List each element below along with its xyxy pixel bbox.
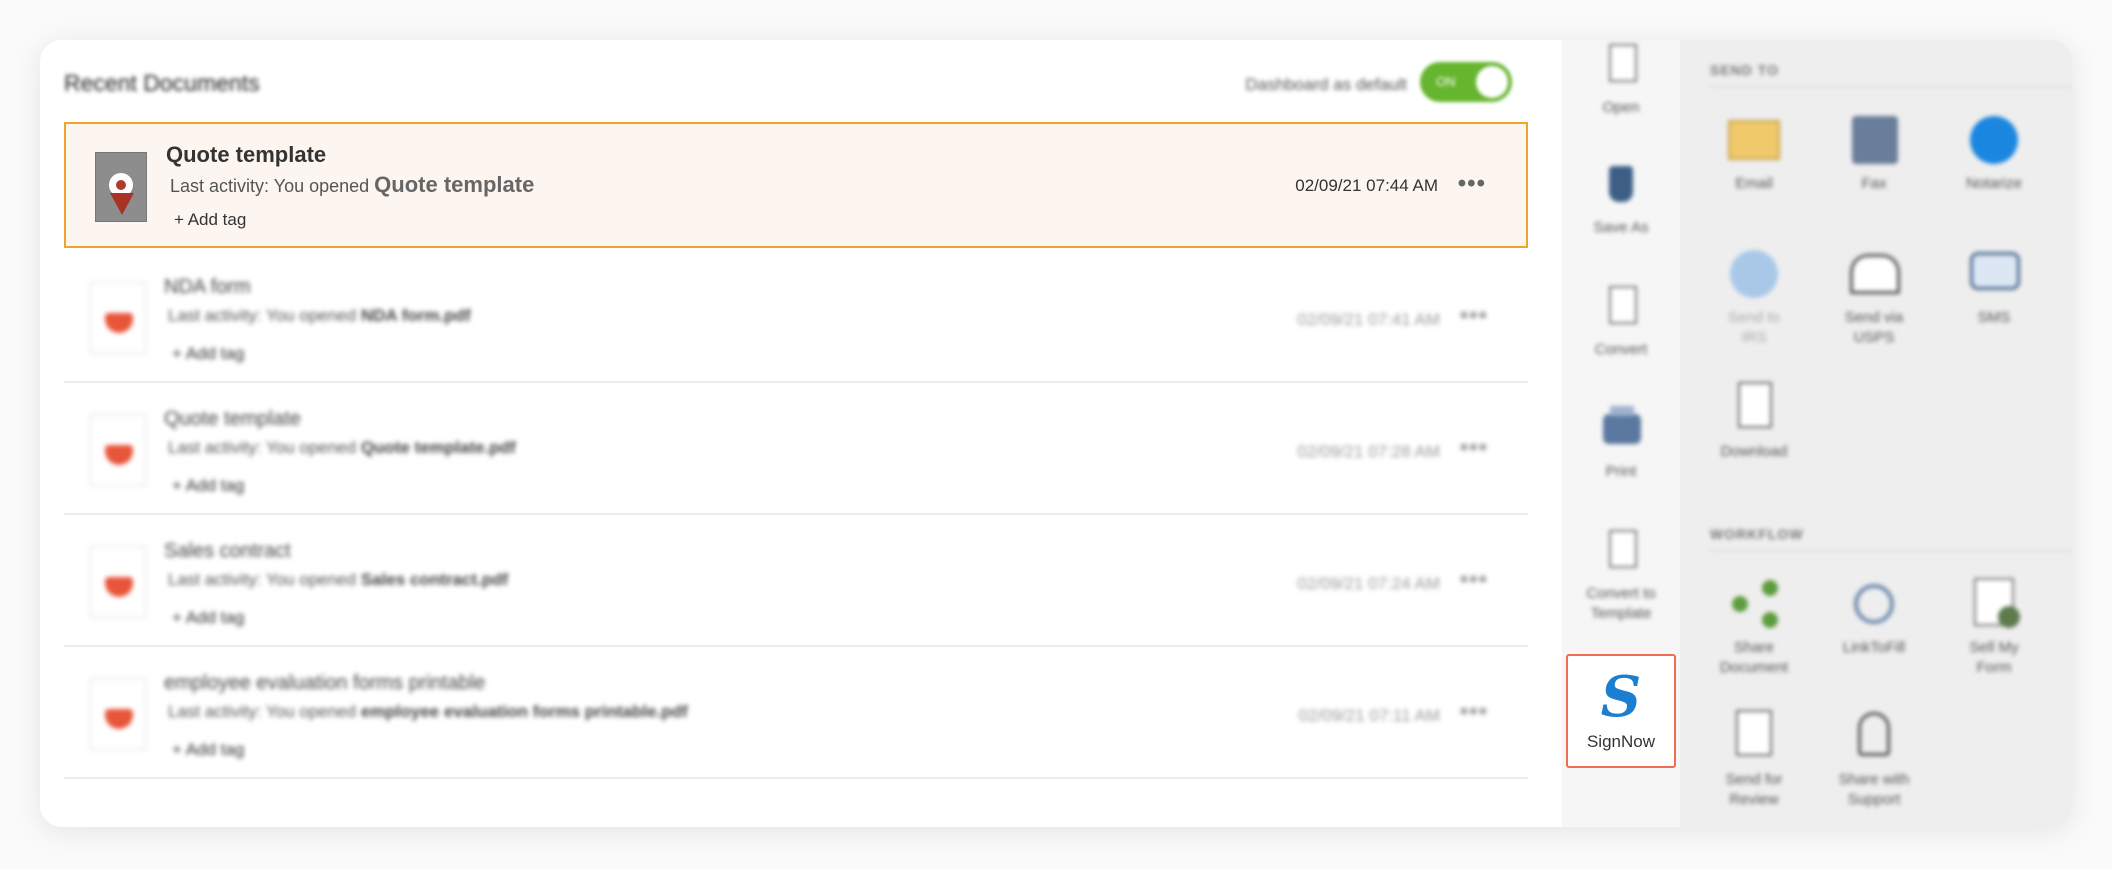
sell-my-form-button[interactable]: Sell My Form (1934, 576, 2054, 678)
more-options-icon[interactable]: ••• (1460, 698, 1488, 726)
actions-sidebar: Open Save As Convert Print Convert to Te… (1562, 40, 1680, 827)
send-to-irs-button[interactable]: Send to IRS (1694, 246, 1814, 348)
last-activity: Last activity: You opened Quote template (170, 172, 535, 197)
support-icon (1846, 708, 1902, 764)
convert-button[interactable]: Convert (1562, 282, 1680, 360)
fax-icon (1846, 112, 1902, 168)
save-as-icon (1599, 160, 1643, 212)
save-as-button[interactable]: Save As (1562, 160, 1680, 238)
convert-icon (1599, 282, 1643, 334)
convert-to-template-icon (1599, 526, 1643, 578)
toggle-state-label: ON (1436, 74, 1456, 89)
open-button[interactable]: Open (1562, 40, 1680, 118)
send-panel: SEND TO Email Fax Notarize Send to IRS S… (1680, 40, 2072, 827)
document-date: 02/09/21 07:44 AM (1295, 176, 1438, 195)
main-card: Recent Documents Dashboard as default ON… (40, 40, 2072, 827)
document-date: 02/09/21 07:24 AM (1297, 574, 1440, 593)
irs-icon (1726, 246, 1782, 302)
review-icon (1726, 708, 1782, 764)
recent-documents-panel: Recent Documents Dashboard as default ON… (40, 40, 1562, 827)
more-options-icon[interactable]: ••• (1460, 302, 1488, 330)
document-name: Sales contract (164, 540, 291, 562)
more-options-icon[interactable]: ••• (1460, 566, 1488, 594)
add-tag-button[interactable]: + Add tag (172, 608, 244, 628)
more-options-icon[interactable]: ••• (1458, 170, 1486, 198)
notarize-icon (1966, 112, 2022, 168)
envelope-icon (1726, 112, 1782, 168)
signnow-icon: S (1600, 664, 1642, 730)
download-button[interactable]: Download (1694, 380, 1814, 462)
sms-button[interactable]: SMS (1934, 246, 2054, 328)
document-name: Quote template (164, 408, 301, 430)
share-document-button[interactable]: Share Document (1694, 576, 1814, 678)
document-date: 02/09/21 07:41 AM (1297, 310, 1440, 329)
document-thumbnail-icon (95, 152, 147, 222)
document-name: employee evaluation forms printable (164, 672, 486, 694)
notarize-button[interactable]: Notarize (1934, 112, 2054, 194)
document-name: Quote template (166, 142, 327, 167)
dashboard-default-label: Dashboard as default (1245, 75, 1407, 94)
document-date: 02/09/21 07:28 AM (1297, 442, 1440, 461)
pdf-file-icon (90, 414, 146, 486)
sell-form-icon (1966, 576, 2022, 632)
download-icon (1726, 380, 1782, 436)
link-icon (1846, 576, 1902, 632)
workflow-heading: WORKFLOW (1710, 526, 1804, 542)
email-button[interactable]: Email (1694, 112, 1814, 194)
document-name: NDA form (164, 276, 251, 298)
open-icon (1599, 40, 1643, 92)
add-tag-button[interactable]: + Add tag (172, 344, 244, 364)
page-title: Recent Documents (64, 70, 260, 96)
more-options-icon[interactable]: ••• (1460, 434, 1488, 462)
last-activity: Last activity: You opened employee evalu… (168, 702, 688, 721)
send-to-heading: SEND TO (1710, 62, 1779, 78)
share-icon (1726, 576, 1782, 632)
toggle-knob (1476, 66, 1508, 98)
last-activity: Last activity: You opened NDA form.pdf (168, 306, 471, 325)
header: Recent Documents Dashboard as default ON (64, 60, 1532, 104)
fax-button[interactable]: Fax (1814, 112, 1934, 194)
add-tag-button[interactable]: + Add tag (174, 210, 246, 230)
convert-to-template-button[interactable]: Convert to Template (1562, 526, 1680, 624)
linktofill-button[interactable]: LinkToFill (1814, 576, 1934, 658)
share-with-support-button[interactable]: Share with Support (1814, 708, 1934, 810)
pdf-file-icon (90, 678, 146, 750)
document-row[interactable]: NDA form Last activity: You opened NDA f… (64, 254, 1528, 383)
print-icon (1599, 404, 1643, 456)
document-row-selected[interactable]: Quote template Last activity: You opened… (64, 122, 1528, 248)
dashboard-default-toggle[interactable]: ON (1420, 62, 1512, 102)
pdf-file-icon (90, 546, 146, 618)
mailbox-icon (1846, 246, 1902, 302)
document-row[interactable]: Sales contract Last activity: You opened… (64, 518, 1528, 647)
print-button[interactable]: Print (1562, 404, 1680, 482)
last-activity: Last activity: You opened Sales contract… (168, 570, 509, 589)
send-via-usps-button[interactable]: Send via USPS (1814, 246, 1934, 348)
pdf-file-icon (90, 282, 146, 354)
add-tag-button[interactable]: + Add tag (172, 476, 244, 496)
document-row[interactable]: employee evaluation forms printable Last… (64, 650, 1528, 779)
signnow-button[interactable]: S SignNow (1566, 654, 1676, 768)
document-date: 02/09/21 07:11 AM (1298, 706, 1440, 725)
signnow-label: SignNow (1586, 732, 1656, 751)
send-for-review-button[interactable]: Send for Review (1694, 708, 1814, 810)
document-row[interactable]: Quote template Last activity: You opened… (64, 386, 1528, 515)
add-tag-button[interactable]: + Add tag (172, 740, 244, 760)
sms-icon (1966, 246, 2022, 302)
last-activity: Last activity: You opened Quote template… (168, 438, 516, 457)
